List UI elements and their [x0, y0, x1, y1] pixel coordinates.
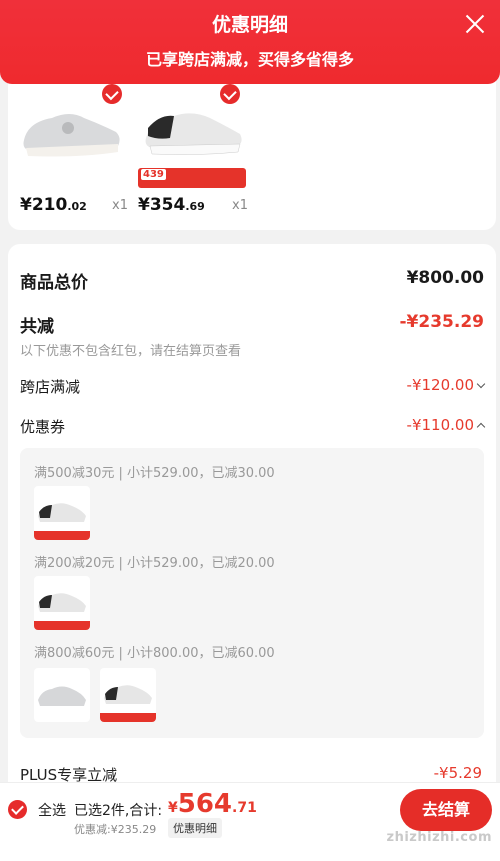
- checkout-button[interactable]: 去结算: [400, 789, 492, 831]
- chevron-up-icon[interactable]: [476, 422, 486, 432]
- note-row: 以下优惠不包含红包，请在结算页查看: [20, 340, 484, 359]
- coupon-details: 满500减30元 | 小计529.00，已减30.00 满200减20元 | 小…: [20, 448, 484, 738]
- reduce-row: 共减 -¥235.29: [20, 312, 485, 337]
- selected-count: 已选2件,合计:: [74, 803, 163, 819]
- chevron-down-icon[interactable]: [476, 379, 486, 389]
- coupon-rule-1: 满500减30元 | 小计529.00，已减30.00: [34, 466, 275, 481]
- header-subtitle: 已享跨店满减，买得多省得多: [145, 50, 354, 69]
- coupon-rule-2: 满200减20元 | 小计529.00，已减20.00: [34, 556, 275, 571]
- close-icon[interactable]: [464, 12, 486, 34]
- checkout-bar: 全选 已选2件,合计: ¥564.71 优惠减:¥235.29 优惠明细 去结算…: [0, 782, 500, 861]
- product-2-qty: x1: [232, 198, 248, 213]
- summary-card: 商品总价 ¥800.00 共减 -¥235.29 以下优惠不包含红包，请在结算页…: [8, 244, 496, 804]
- coupon-value: -¥110.00: [407, 416, 486, 434]
- cross-store-value: -¥120.00: [407, 376, 486, 394]
- coupon-rule-3: 满800减60元 | 小计800.00，已减60.00: [34, 646, 275, 661]
- coupon-3-thumb-b: [100, 668, 156, 722]
- product-1-price: ¥210.02: [20, 195, 87, 215]
- coupon-1-thumb: [34, 486, 90, 540]
- products-card: 439 ¥210.02 x1 ¥354.69 x1: [8, 70, 496, 230]
- product-2-price: ¥354.69: [138, 195, 205, 215]
- product-2-promo-tag: 439: [138, 168, 246, 188]
- plus-value: -¥5.29: [433, 764, 482, 782]
- discount-header: 优惠明细 已享跨店满减，买得多省得多: [0, 0, 500, 84]
- total-label: 商品总价: [20, 273, 88, 293]
- cross-store-row[interactable]: 跨店满减 -¥120.00: [20, 376, 486, 398]
- product-1-qty: x1: [112, 198, 128, 213]
- discount-detail-button[interactable]: 优惠明细: [168, 818, 222, 838]
- total-price: ¥564.71: [168, 789, 257, 819]
- coupon-3-thumb-a: [34, 668, 90, 722]
- coupon-row[interactable]: 优惠券 -¥110.00: [20, 416, 486, 438]
- cross-store-label: 跨店满减: [20, 378, 81, 396]
- coupon-label: 优惠券: [20, 418, 66, 436]
- discount-total: 优惠减:¥235.29: [74, 823, 157, 836]
- header-title: 优惠明细: [211, 14, 288, 36]
- reduce-label: 共减: [20, 317, 54, 337]
- select-all-check-icon[interactable]: [8, 800, 27, 819]
- coupon-2-thumb: [34, 576, 90, 630]
- total-row: 商品总价 ¥800.00: [20, 268, 484, 293]
- select-all-label[interactable]: 全选: [38, 800, 66, 820]
- reduce-value: -¥235.29: [399, 312, 485, 332]
- product-1-check-icon[interactable]: [102, 84, 122, 104]
- reduce-note: 以下优惠不包含红包，请在结算页查看: [20, 344, 242, 359]
- promo-tag-price: 439: [141, 169, 166, 180]
- product-2-check-icon[interactable]: [220, 84, 240, 104]
- total-value: ¥800.00: [406, 268, 484, 288]
- watermark: zhizhizhi.com: [386, 830, 492, 845]
